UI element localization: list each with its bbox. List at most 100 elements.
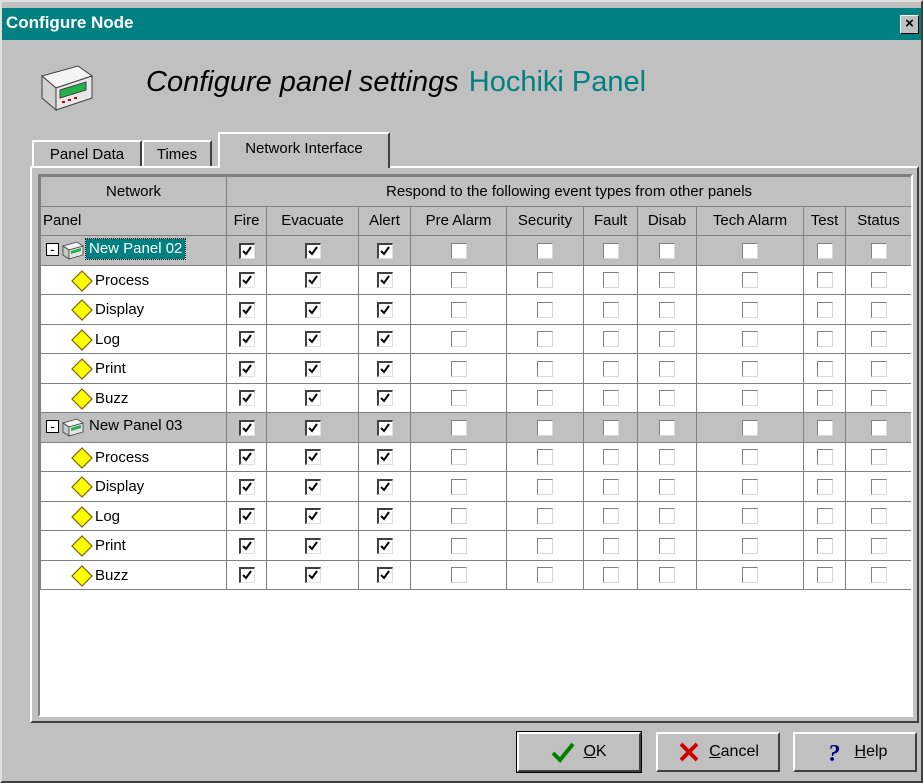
event-checkbox-alert[interactable] <box>376 478 393 495</box>
event-checkbox-alert[interactable] <box>376 537 393 554</box>
event-checkbox-tech-alarm[interactable] <box>742 242 758 259</box>
event-checkbox-test[interactable] <box>816 537 833 554</box>
event-checkbox-pre-alarm[interactable] <box>450 331 467 348</box>
event-checkbox-test[interactable] <box>816 419 833 436</box>
event-checkbox-test[interactable] <box>816 390 833 407</box>
event-checkbox-tech-alarm[interactable] <box>742 390 758 407</box>
event-checkbox-disab[interactable] <box>659 242 675 259</box>
column-header-alert[interactable]: Alert <box>358 205 411 236</box>
event-checkbox-security[interactable] <box>537 331 553 348</box>
column-header-fault[interactable]: Fault <box>583 205 638 236</box>
event-checkbox-pre-alarm[interactable] <box>450 537 467 554</box>
event-checkbox-status[interactable] <box>870 567 887 584</box>
event-checkbox-evacuate[interactable] <box>304 301 321 318</box>
event-checkbox-test[interactable] <box>816 272 833 289</box>
event-checkbox-tech-alarm[interactable] <box>742 567 758 584</box>
event-checkbox-status[interactable] <box>870 449 887 466</box>
event-checkbox-security[interactable] <box>537 419 553 436</box>
event-checkbox-alert[interactable] <box>376 390 393 407</box>
event-checkbox-test[interactable] <box>816 242 833 259</box>
event-checkbox-pre-alarm[interactable] <box>450 449 467 466</box>
output-row[interactable]: Display <box>40 294 911 325</box>
event-checkbox-evacuate[interactable] <box>304 272 321 289</box>
event-checkbox-evacuate[interactable] <box>304 567 321 584</box>
event-checkbox-fire[interactable] <box>238 508 255 525</box>
output-row[interactable]: Process <box>40 264 911 295</box>
event-checkbox-fire[interactable] <box>238 478 255 495</box>
event-checkbox-disab[interactable] <box>659 567 675 584</box>
event-checkbox-fault[interactable] <box>602 242 619 259</box>
column-header-evacuate[interactable]: Evacuate <box>266 205 359 236</box>
event-checkbox-status[interactable] <box>870 419 887 436</box>
event-checkbox-fault[interactable] <box>602 567 619 584</box>
event-checkbox-security[interactable] <box>537 390 553 407</box>
event-checkbox-status[interactable] <box>870 242 887 259</box>
event-checkbox-status[interactable] <box>870 360 887 377</box>
tab-network-interface[interactable]: Network Interface <box>218 132 390 168</box>
event-checkbox-evacuate[interactable] <box>304 390 321 407</box>
column-header-pre-alarm[interactable]: Pre Alarm <box>410 205 507 236</box>
event-checkbox-fire[interactable] <box>238 419 255 436</box>
event-checkbox-fire[interactable] <box>238 331 255 348</box>
event-checkbox-fault[interactable] <box>602 478 619 495</box>
event-checkbox-tech-alarm[interactable] <box>742 301 758 318</box>
event-checkbox-pre-alarm[interactable] <box>450 242 467 259</box>
event-checkbox-alert[interactable] <box>376 272 393 289</box>
collapse-icon[interactable]: - <box>46 419 59 433</box>
event-checkbox-alert[interactable] <box>376 360 393 377</box>
event-checkbox-test[interactable] <box>816 449 833 466</box>
event-checkbox-evacuate[interactable] <box>304 508 321 525</box>
event-checkbox-fault[interactable] <box>602 390 619 407</box>
help-button[interactable]: ? Help <box>793 732 917 772</box>
column-header-tech-alarm[interactable]: Tech Alarm <box>696 205 804 236</box>
event-checkbox-alert[interactable] <box>376 508 393 525</box>
event-checkbox-disab[interactable] <box>659 272 675 289</box>
event-checkbox-security[interactable] <box>537 478 553 495</box>
event-checkbox-security[interactable] <box>537 301 553 318</box>
event-checkbox-fault[interactable] <box>602 537 619 554</box>
event-checkbox-pre-alarm[interactable] <box>450 301 467 318</box>
event-checkbox-status[interactable] <box>870 537 887 554</box>
event-checkbox-fire[interactable] <box>238 567 255 584</box>
event-checkbox-fire[interactable] <box>238 537 255 554</box>
event-checkbox-security[interactable] <box>537 567 553 584</box>
event-checkbox-alert[interactable] <box>376 567 393 584</box>
output-row[interactable]: Buzz <box>40 382 911 413</box>
output-row[interactable]: Display <box>40 471 911 502</box>
event-checkbox-alert[interactable] <box>376 419 393 436</box>
event-checkbox-pre-alarm[interactable] <box>450 360 467 377</box>
event-checkbox-pre-alarm[interactable] <box>450 390 467 407</box>
event-checkbox-alert[interactable] <box>376 301 393 318</box>
event-checkbox-security[interactable] <box>537 360 553 377</box>
event-checkbox-fire[interactable] <box>238 242 255 259</box>
event-checkbox-tech-alarm[interactable] <box>742 508 758 525</box>
title-bar[interactable]: Configure Node × <box>2 8 921 40</box>
event-checkbox-pre-alarm[interactable] <box>450 419 467 436</box>
event-checkbox-fire[interactable] <box>238 272 255 289</box>
output-row[interactable]: Print <box>40 353 911 384</box>
event-checkbox-test[interactable] <box>816 331 833 348</box>
event-checkbox-pre-alarm[interactable] <box>450 272 467 289</box>
output-row[interactable]: Log <box>40 323 911 354</box>
event-checkbox-alert[interactable] <box>376 331 393 348</box>
event-checkbox-disab[interactable] <box>659 449 675 466</box>
event-checkbox-pre-alarm[interactable] <box>450 508 467 525</box>
panel-name[interactable]: New Panel 02 <box>84 238 187 260</box>
cancel-button[interactable]: Cancel <box>656 732 780 772</box>
event-checkbox-security[interactable] <box>537 537 553 554</box>
output-row[interactable]: Buzz <box>40 559 911 590</box>
event-checkbox-fire[interactable] <box>238 301 255 318</box>
event-checkbox-fault[interactable] <box>602 331 619 348</box>
event-checkbox-test[interactable] <box>816 567 833 584</box>
event-checkbox-disab[interactable] <box>659 419 675 436</box>
event-checkbox-status[interactable] <box>870 508 887 525</box>
event-checkbox-disab[interactable] <box>659 508 675 525</box>
event-checkbox-evacuate[interactable] <box>304 537 321 554</box>
event-checkbox-evacuate[interactable] <box>304 242 321 259</box>
event-checkbox-status[interactable] <box>870 478 887 495</box>
ok-button[interactable]: OK <box>516 731 642 773</box>
event-checkbox-disab[interactable] <box>659 537 675 554</box>
event-checkbox-tech-alarm[interactable] <box>742 272 758 289</box>
event-checkbox-evacuate[interactable] <box>304 331 321 348</box>
event-checkbox-disab[interactable] <box>659 390 675 407</box>
